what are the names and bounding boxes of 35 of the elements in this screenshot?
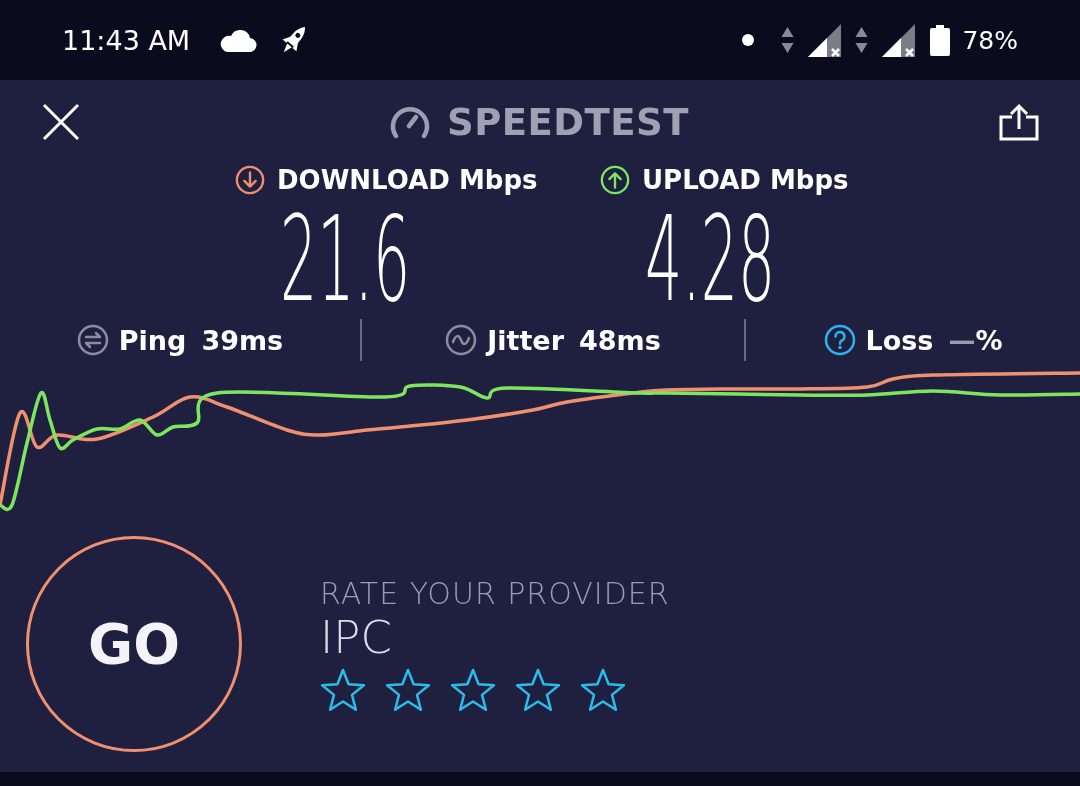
help-icon[interactable] [823, 324, 856, 356]
metric-value: — [948, 324, 976, 356]
app-title: SPEEDTEST [447, 100, 689, 144]
jitter-wave-icon [445, 324, 478, 356]
share-button[interactable] [998, 103, 1040, 141]
battery-percentage: 78% [962, 25, 1018, 55]
ping-arrows-icon [76, 324, 109, 356]
gauge-icon [389, 104, 432, 140]
speed-value: 4.28 [645, 200, 776, 319]
metric-label: Loss [865, 324, 934, 356]
star-icon[interactable] [580, 667, 626, 712]
result-label: UPLOAD Mbps [642, 165, 849, 195]
star-icon[interactable] [515, 667, 561, 712]
metric-unit: % [975, 324, 1003, 356]
data-arrows-icon [855, 26, 869, 54]
provider-name: IPC [320, 611, 392, 664]
data-arrows-icon [781, 26, 795, 54]
battery-icon [930, 24, 951, 56]
cloud-icon [219, 28, 258, 52]
result-label: DOWNLOAD Mbps [277, 165, 538, 195]
metric-label: Ping [118, 324, 187, 356]
star-icon[interactable] [385, 667, 431, 712]
metric-label: Jitter [487, 324, 564, 356]
star-icon[interactable] [320, 667, 366, 712]
notification-dot-icon [742, 34, 755, 46]
go-button[interactable]: GO [26, 535, 242, 752]
close-button[interactable] [42, 103, 80, 141]
rate-prompt: RATE YOUR PROVIDER [320, 575, 670, 612]
metric-value: 48ms [579, 324, 661, 356]
speed-value: 21.6 [280, 200, 411, 319]
metric-value: 39ms [201, 324, 284, 356]
signal-icon [882, 23, 916, 57]
clock-time: 11:43 AM [62, 24, 191, 56]
signal-icon [808, 23, 842, 57]
star-icon[interactable] [450, 667, 496, 712]
